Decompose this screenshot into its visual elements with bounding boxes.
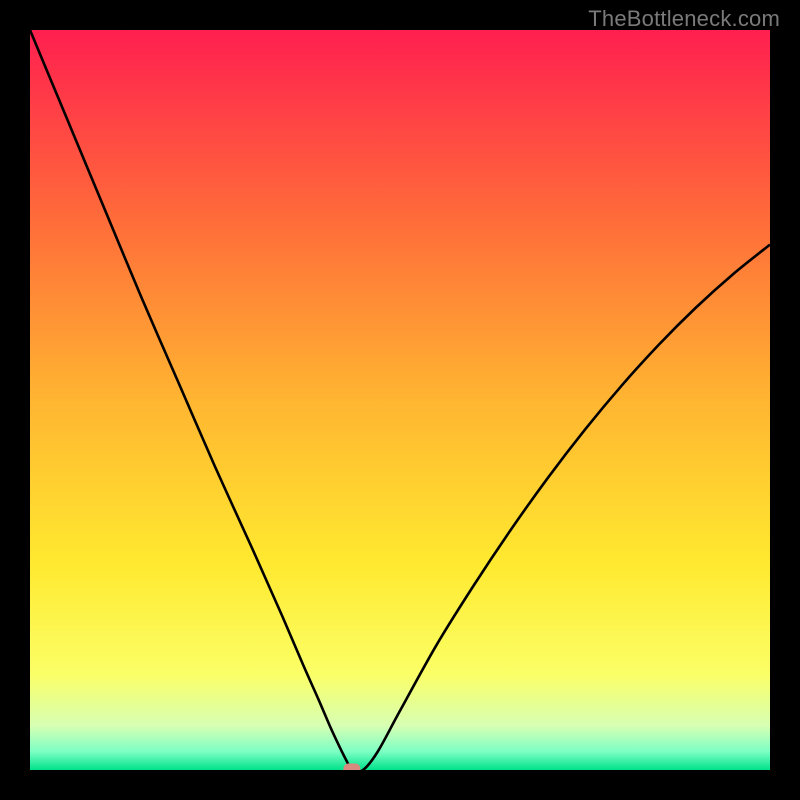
optimum-marker: [343, 764, 360, 771]
gradient-background: [30, 30, 770, 770]
chart-frame: TheBottleneck.com: [0, 0, 800, 800]
watermark-label: TheBottleneck.com: [588, 6, 780, 32]
chart-svg: [30, 30, 770, 770]
plot-area: [30, 30, 770, 770]
